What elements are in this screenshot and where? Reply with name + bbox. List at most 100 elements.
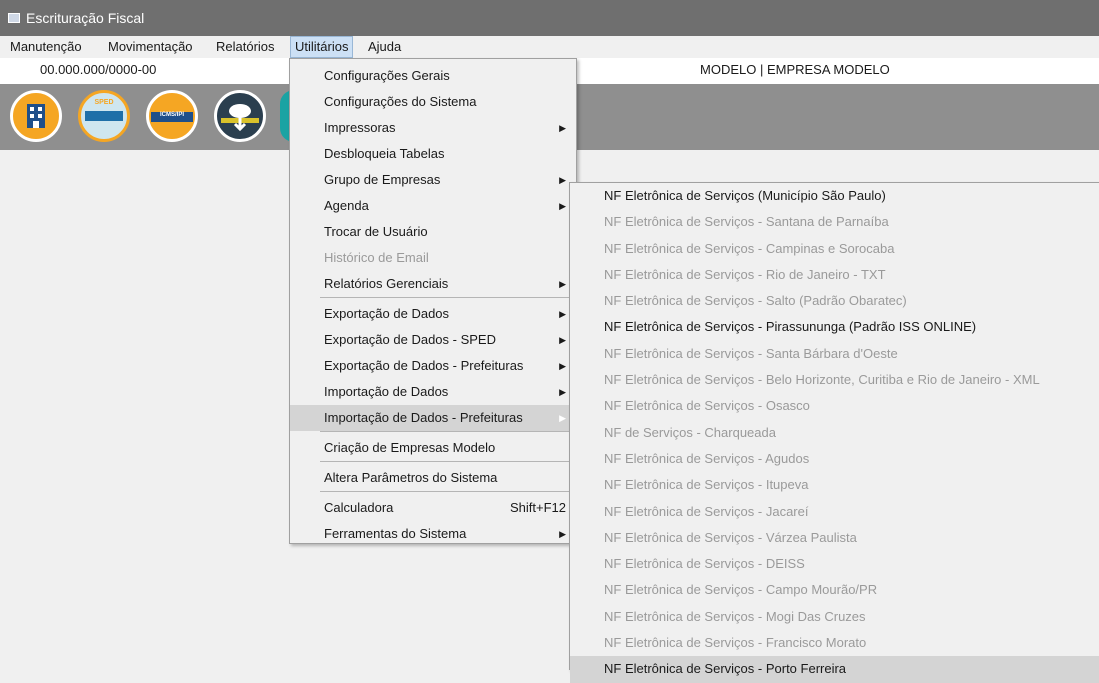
submenu-arrow-icon: ▶ bbox=[559, 529, 566, 539]
menu-item-trocar-de-usuario[interactable]: Trocar de Usuário bbox=[290, 219, 576, 245]
submenu-arrow-icon: ▶ bbox=[559, 361, 566, 371]
cloud-download-icon[interactable] bbox=[214, 90, 266, 142]
submenu-item-label: NF Eletrônica de Serviços - Agudos bbox=[604, 450, 810, 466]
submenu-item-nf-eletronica-de-servicos-deiss: NF Eletrônica de Serviços - DEISS bbox=[570, 551, 1099, 577]
submenu-arrow-icon: ▶ bbox=[559, 387, 566, 397]
submenu-item-nf-eletronica-de-servicos-mogi-das-cruzes: NF Eletrônica de Serviços - Mogi Das Cru… bbox=[570, 604, 1099, 630]
submenu-item-label: NF Eletrônica de Serviços - Belo Horizon… bbox=[604, 372, 1040, 388]
submenu-item-label: NF Eletrônica de Serviços - Campo Mourão… bbox=[604, 582, 878, 598]
submenu-item-nf-eletronica-de-servicos-itupeva: NF Eletrônica de Serviços - Itupeva bbox=[570, 472, 1099, 498]
menu-relatorios[interactable]: Relatórios bbox=[212, 36, 279, 58]
submenu-item-nf-eletronica-de-servicos-jacarei: NF Eletrônica de Serviços - Jacareí bbox=[570, 499, 1099, 525]
menu-item-relatorios-gerenciais[interactable]: Relatórios Gerenciais ▶ bbox=[290, 271, 576, 297]
submenu-arrow-icon: ▶ bbox=[559, 279, 566, 289]
submenu-arrow-icon: ▶ bbox=[559, 175, 566, 185]
submenu-arrow-icon: ▶ bbox=[559, 309, 566, 319]
submenu-item-label: NF Eletrônica de Serviços - Santana de P… bbox=[604, 214, 889, 230]
submenu-item-label: NF Eletrônica de Serviços - Rio de Janei… bbox=[604, 266, 886, 282]
menu-item-label: Ferramentas do Sistema bbox=[324, 526, 467, 541]
menu-item-label: Impressoras bbox=[324, 120, 396, 135]
submenu-item-nf-eletronica-de-servicos-porto-ferreira[interactable]: NF Eletrônica de Serviços - Porto Ferrei… bbox=[570, 656, 1099, 683]
icms-ipi-icon[interactable]: ICMS/IPI bbox=[146, 90, 198, 142]
company-name-label: MODELO | EMPRESA MODELO bbox=[700, 62, 890, 77]
menu-item-label: Trocar de Usuário bbox=[324, 224, 428, 239]
submenu-item-label: NF Eletrônica de Serviços - Salto (Padrã… bbox=[604, 293, 907, 309]
menu-movimentacao[interactable]: Movimentação bbox=[104, 36, 197, 58]
submenu-item-label: NF Eletrônica de Serviços - Osasco bbox=[604, 398, 810, 414]
building-icon[interactable] bbox=[10, 90, 62, 142]
menu-item-desbloqueia-tabelas[interactable]: Desbloqueia Tabelas bbox=[290, 141, 576, 167]
app-icon bbox=[8, 13, 20, 23]
menu-item-label: Histórico de Email bbox=[324, 250, 429, 265]
submenu-item-nf-eletronica-de-servicos-santana-de-parnaiba: NF Eletrônica de Serviços - Santana de P… bbox=[570, 209, 1099, 235]
menu-utilitarios[interactable]: Utilitários bbox=[290, 36, 354, 58]
menu-item-ferramentas-do-sistema[interactable]: Ferramentas do Sistema ▶ bbox=[290, 521, 576, 547]
menu-item-label: Importação de Dados bbox=[324, 384, 449, 399]
submenu-item-label: NF Eletrônica de Serviços - Jacareí bbox=[604, 503, 809, 519]
menu-item-label: Configurações do Sistema bbox=[324, 94, 477, 109]
prefeituras-submenu: NF Eletrônica de Serviços (Município São… bbox=[569, 182, 1099, 683]
menu-item-criacao-de-empresas-modelo[interactable]: Criação de Empresas Modelo bbox=[290, 435, 576, 461]
menu-item-exportacao-de-dados[interactable]: Exportação de Dados ▶ bbox=[290, 301, 576, 327]
menu-item-impressoras[interactable]: Impressoras ▶ bbox=[290, 115, 576, 141]
submenu-item-nf-eletronica-de-servicos-campinas-e-sorocaba: NF Eletrônica de Serviços - Campinas e S… bbox=[570, 236, 1099, 262]
submenu-item-label: NF Eletrônica de Serviços - Campinas e S… bbox=[604, 240, 895, 256]
submenu-arrow-icon: ▶ bbox=[559, 201, 566, 211]
menu-item-historico-de-email: Histórico de Email bbox=[290, 245, 576, 271]
menu-item-configuracoes-gerais[interactable]: Configurações Gerais bbox=[290, 63, 576, 89]
submenu-item-nf-eletronica-de-servicos-campo-mourao-pr: NF Eletrônica de Serviços - Campo Mourão… bbox=[570, 577, 1099, 603]
submenu-item-label: NF Eletrônica de Serviços (Município São… bbox=[604, 188, 886, 203]
submenu-item-label: NF de Serviços - Charqueada bbox=[604, 424, 776, 440]
submenu-item-label: NF Eletrônica de Serviços - Santa Bárbar… bbox=[604, 345, 898, 361]
cnpj-label: 00.000.000/0000-00 bbox=[40, 62, 157, 77]
menu-item-label: Importação de Dados - Prefeituras bbox=[324, 410, 523, 425]
submenu-item-nf-eletronica-de-servicos-rio-de-janeiro-txt: NF Eletrônica de Serviços - Rio de Janei… bbox=[570, 262, 1099, 288]
submenu-arrow-icon: ▶ bbox=[559, 335, 566, 345]
submenu-item-nf-eletronica-de-servicos-francisco-morato: NF Eletrônica de Serviços - Francisco Mo… bbox=[570, 630, 1099, 656]
menu-item-exportacao-de-dados-sped[interactable]: Exportação de Dados - SPED ▶ bbox=[290, 327, 576, 353]
menu-manutencao[interactable]: Manutenção bbox=[6, 36, 86, 58]
submenu-item-label: NF Eletrônica de Serviços - Várzea Pauli… bbox=[604, 529, 857, 545]
menu-item-label: Agenda bbox=[324, 198, 369, 213]
submenu-item-nf-eletronica-de-servicos-varzea-paulista: NF Eletrônica de Serviços - Várzea Pauli… bbox=[570, 525, 1099, 551]
menu-item-label: Grupo de Empresas bbox=[324, 172, 441, 187]
menu-item-label: Calculadora bbox=[324, 500, 394, 515]
menu-item-label: Desbloqueia Tabelas bbox=[324, 146, 445, 161]
submenu-item-nf-eletronica-de-servicos-municipio-sao-paulo[interactable]: NF Eletrônica de Serviços (Município São… bbox=[570, 183, 1099, 209]
window-title: Escrituração Fiscal bbox=[26, 10, 145, 26]
submenu-item-nf-eletronica-de-servicos-osasco: NF Eletrônica de Serviços - Osasco bbox=[570, 393, 1099, 419]
submenu-item-label: NF Eletrônica de Serviços - Mogi Das Cru… bbox=[604, 608, 866, 624]
menu-item-shortcut: Shift+F12 bbox=[509, 500, 566, 515]
submenu-item-nf-eletronica-de-servicos-salto-padrao-obaratec: NF Eletrônica de Serviços - Salto (Padrã… bbox=[570, 288, 1099, 314]
submenu-item-label: NF Eletrônica de Serviços - DEISS bbox=[604, 556, 805, 572]
menu-item-label: Exportação de Dados - Prefeituras bbox=[324, 358, 524, 373]
submenu-arrow-icon: ▶ bbox=[559, 413, 566, 423]
menu-bar: Manutenção Movimentação Relatórios Utili… bbox=[0, 36, 1099, 58]
menu-ajuda[interactable]: Ajuda bbox=[364, 36, 405, 58]
submenu-item-label: NF Eletrônica de Serviços - Porto Ferrei… bbox=[604, 661, 847, 677]
menu-item-importacao-de-dados[interactable]: Importação de Dados ▶ bbox=[290, 379, 576, 405]
submenu-item-label: NF Eletrônica de Serviços - Pirassununga… bbox=[604, 319, 977, 335]
sped-contribuicoes-icon[interactable]: SPED bbox=[78, 90, 130, 142]
menu-item-label: Exportação de Dados bbox=[324, 306, 450, 321]
submenu-item-nf-eletronica-de-servicos-agudos: NF Eletrônica de Serviços - Agudos bbox=[570, 446, 1099, 472]
menu-item-grupo-de-empresas[interactable]: Grupo de Empresas ▶ bbox=[290, 167, 576, 193]
submenu-item-nf-eletronica-de-servicos-santa-barbara-d-oeste: NF Eletrônica de Serviços - Santa Bárbar… bbox=[570, 341, 1099, 367]
utilitarios-menu: Configurações Gerais Configurações do Sis… bbox=[289, 58, 577, 544]
menu-item-agenda[interactable]: Agenda ▶ bbox=[290, 193, 576, 219]
menu-item-altera-parametros-do-sistema[interactable]: Altera Parâmetros do Sistema bbox=[290, 465, 576, 491]
submenu-item-nf-eletronica-de-servicos-belo-horizonte-curitiba-e-rio-de-janeiro-xml: NF Eletrônica de Serviços - Belo Horizon… bbox=[570, 367, 1099, 393]
menu-item-configuracoes-do-sistema[interactable]: Configurações do Sistema bbox=[290, 89, 576, 115]
menu-item-importacao-de-dados-prefeituras[interactable]: Importação de Dados - Prefeituras ▶ bbox=[290, 405, 576, 431]
submenu-item-nf-de-servicos-charqueada: NF de Serviços - Charqueada bbox=[570, 420, 1099, 446]
menu-item-label: Altera Parâmetros do Sistema bbox=[324, 470, 498, 485]
submenu-arrow-icon: ▶ bbox=[559, 123, 566, 133]
menu-item-exportacao-de-dados-prefeituras[interactable]: Exportação de Dados - Prefeituras ▶ bbox=[290, 353, 576, 379]
menu-item-label: Criação de Empresas Modelo bbox=[324, 440, 496, 455]
menu-item-label: Relatórios Gerenciais bbox=[324, 276, 449, 291]
submenu-item-nf-eletronica-de-servicos-pirassununga-padrao-iss-online[interactable]: NF Eletrônica de Serviços - Pirassununga… bbox=[570, 314, 1099, 340]
menu-item-label: Configurações Gerais bbox=[324, 68, 450, 83]
submenu-item-label: NF Eletrônica de Serviços - Francisco Mo… bbox=[604, 635, 867, 651]
menu-item-calculadora[interactable]: Calculadora Shift+F12 bbox=[290, 495, 576, 521]
menu-item-label: Exportação de Dados - SPED bbox=[324, 332, 496, 347]
